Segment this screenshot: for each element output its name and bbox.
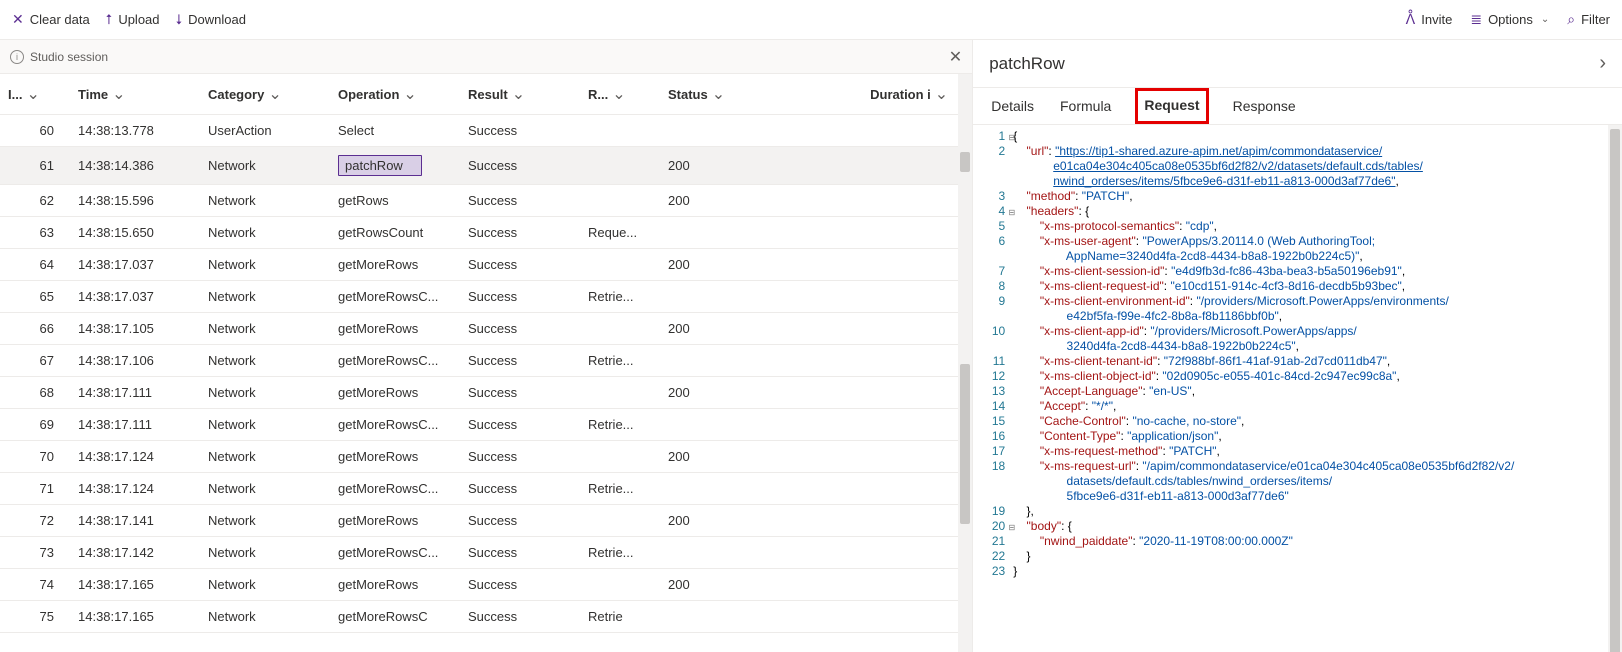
code-line: nwind_orderses/items/5fbce9e6-d31f-eb11-…: [973, 174, 1622, 189]
code-line: 1⊟{: [973, 129, 1622, 144]
chevron-right-icon[interactable]: ›: [1599, 52, 1606, 75]
scroll-thumb[interactable]: [960, 364, 970, 524]
code-line: 20⊟ "body": {: [973, 519, 1622, 534]
code-scrollbar[interactable]: [1608, 125, 1622, 652]
code-line: 3240d4fa-2cd8-4434-b8a8-1922b0b224c5",: [973, 339, 1622, 354]
detail-header: patchRow ›: [973, 40, 1622, 88]
upload-label: Upload: [118, 12, 159, 27]
code-line: 3 "method": "PATCH",: [973, 189, 1622, 204]
left-pane: i Studio session ✕ I...⌄Time⌄Category⌄Op…: [0, 40, 973, 652]
code-line: 8 "x-ms-client-request-id": "e10cd151-91…: [973, 279, 1622, 294]
close-pane-icon[interactable]: ✕: [949, 47, 962, 67]
col-idx[interactable]: I...⌄: [0, 74, 70, 115]
info-icon: i: [10, 50, 24, 64]
code-line: 4⊟ "headers": {: [973, 204, 1622, 219]
table-row[interactable]: 7314:38:17.142NetworkgetMoreRowsC...Succ…: [0, 537, 972, 569]
code-line: e01ca04e304c405ca08e0535bf6d2f82/v2/data…: [973, 159, 1622, 174]
options-button[interactable]: ≣ Options ⌄: [1470, 11, 1549, 28]
table-row[interactable]: 6614:38:17.105NetworkgetMoreRowsSuccess2…: [0, 313, 972, 345]
search-icon: ⌕: [1567, 11, 1575, 28]
col-duration[interactable]: Duration i⌄: [780, 74, 972, 115]
events-table-wrap: I...⌄Time⌄Category⌄Operation⌄Result⌄R...…: [0, 74, 972, 652]
clear-label: Clear data: [30, 12, 90, 27]
code-line: 11 "x-ms-client-tenant-id": "72f988bf-86…: [973, 354, 1622, 369]
download-icon: ⭣: [176, 11, 183, 28]
table-row[interactable]: 7214:38:17.141NetworkgetMoreRowsSuccess2…: [0, 505, 972, 537]
col-status[interactable]: Status⌄: [660, 74, 780, 115]
table-row[interactable]: 7414:38:17.165NetworkgetMoreRowsSuccess2…: [0, 569, 972, 601]
table-row[interactable]: 6914:38:17.111NetworkgetMoreRowsC...Succ…: [0, 409, 972, 441]
download-label: Download: [188, 12, 246, 27]
table-row[interactable]: 6814:38:17.111NetworkgetMoreRowsSuccess2…: [0, 377, 972, 409]
code-line: 21 "nwind_paiddate": "2020-11-19T08:00:0…: [973, 534, 1622, 549]
tab-details[interactable]: Details: [989, 88, 1036, 124]
code-line: 5 "x-ms-protocol-semantics": "cdp",: [973, 219, 1622, 234]
person-add-icon: ᐰ: [1406, 11, 1416, 28]
col-time[interactable]: Time⌄: [70, 74, 200, 115]
clear-data-button[interactable]: ✕ Clear data: [12, 11, 90, 28]
code-line: AppName=3240d4fa-2cd8-4434-b8a8-1922b0b2…: [973, 249, 1622, 264]
col-category[interactable]: Category⌄: [200, 74, 330, 115]
filter-button[interactable]: ⌕ Filter: [1567, 11, 1610, 28]
table-row[interactable]: 6114:38:14.386NetworkpatchRowSuccess200: [0, 147, 972, 185]
download-button[interactable]: ⭣ Download: [176, 11, 246, 28]
table-row[interactable]: 6214:38:15.596NetworkgetRowsSuccess200: [0, 185, 972, 217]
options-label: Options: [1488, 12, 1533, 27]
code-panel[interactable]: 1⊟{2 "url": "https://tip1-shared.azure-a…: [973, 125, 1622, 652]
code-line: 22 }: [973, 549, 1622, 564]
tab-request[interactable]: Request: [1135, 88, 1208, 124]
table-row[interactable]: 7014:38:17.124NetworkgetMoreRowsSuccess2…: [0, 441, 972, 473]
code-line: 10 "x-ms-client-app-id": "/providers/Mic…: [973, 324, 1622, 339]
code-line: 2 "url": "https://tip1-shared.azure-apim…: [973, 144, 1622, 159]
code-line: 16 "Content-Type": "application/json",: [973, 429, 1622, 444]
detail-title: patchRow: [989, 54, 1065, 74]
table-row[interactable]: 6514:38:17.037NetworkgetMoreRowsC...Succ…: [0, 281, 972, 313]
code-line: datasets/default.cds/tables/nwind_orders…: [973, 474, 1622, 489]
right-pane: patchRow › Details Formula Request Respo…: [973, 40, 1622, 652]
upload-icon: ⭡: [106, 11, 113, 28]
col-r[interactable]: R...⌄: [580, 74, 660, 115]
code-line: 7 "x-ms-client-session-id": "e4d9fb3d-fc…: [973, 264, 1622, 279]
code-line: e42bf5fa-f99e-4fc2-8b8a-f8b1186bbf0b",: [973, 309, 1622, 324]
code-line: 15 "Cache-Control": "no-cache, no-store"…: [973, 414, 1622, 429]
code-line: 6 "x-ms-user-agent": "PowerApps/3.20114.…: [973, 234, 1622, 249]
invite-button[interactable]: ᐰ Invite: [1406, 11, 1453, 28]
scrollbar-track[interactable]: [958, 74, 972, 652]
tab-response[interactable]: Response: [1231, 88, 1298, 124]
code-line: 13 "Accept-Language": "en-US",: [973, 384, 1622, 399]
col-operation[interactable]: Operation⌄: [330, 74, 460, 115]
chevron-down-icon: ⌄: [1541, 14, 1549, 25]
events-table: I...⌄Time⌄Category⌄Operation⌄Result⌄R...…: [0, 74, 972, 633]
table-row[interactable]: 6014:38:13.778UserActionSelectSuccess: [0, 115, 972, 147]
code-line: 12 "x-ms-client-object-id": "02d0905c-e0…: [973, 369, 1622, 384]
table-row[interactable]: 7514:38:17.165NetworkgetMoreRowsCSuccess…: [0, 601, 972, 633]
code-line: 9 "x-ms-client-environment-id": "/provid…: [973, 294, 1622, 309]
col-result[interactable]: Result⌄: [460, 74, 580, 115]
code-line: 5fbce9e6-d31f-eb11-a813-000d3af77de6": [973, 489, 1622, 504]
detail-tabs: Details Formula Request Response: [973, 88, 1622, 125]
session-bar: i Studio session ✕: [0, 40, 972, 74]
code-line: 23}: [973, 564, 1622, 579]
session-label: Studio session: [30, 50, 108, 64]
code-line: 19 },: [973, 504, 1622, 519]
code-line: 18 "x-ms-request-url": "/apim/commondata…: [973, 459, 1622, 474]
invite-label: Invite: [1421, 12, 1452, 27]
list-icon: ≣: [1470, 11, 1482, 28]
code-scroll-thumb[interactable]: [1610, 129, 1620, 652]
code-line: 14 "Accept": "*/*",: [973, 399, 1622, 414]
table-row[interactable]: 6714:38:17.106NetworkgetMoreRowsC...Succ…: [0, 345, 972, 377]
close-icon: ✕: [12, 11, 24, 28]
toolbar: ✕ Clear data ⭡ Upload ⭣ Download ᐰ Invit…: [0, 0, 1622, 40]
code-line: 17 "x-ms-request-method": "PATCH",: [973, 444, 1622, 459]
table-row[interactable]: 7114:38:17.124NetworkgetMoreRowsC...Succ…: [0, 473, 972, 505]
upload-button[interactable]: ⭡ Upload: [106, 11, 160, 28]
scroll-arrow-up[interactable]: [960, 152, 970, 172]
table-row[interactable]: 6414:38:17.037NetworkgetMoreRowsSuccess2…: [0, 249, 972, 281]
filter-label: Filter: [1581, 12, 1610, 27]
tab-formula[interactable]: Formula: [1058, 88, 1113, 124]
table-row[interactable]: 6314:38:15.650NetworkgetRowsCountSuccess…: [0, 217, 972, 249]
